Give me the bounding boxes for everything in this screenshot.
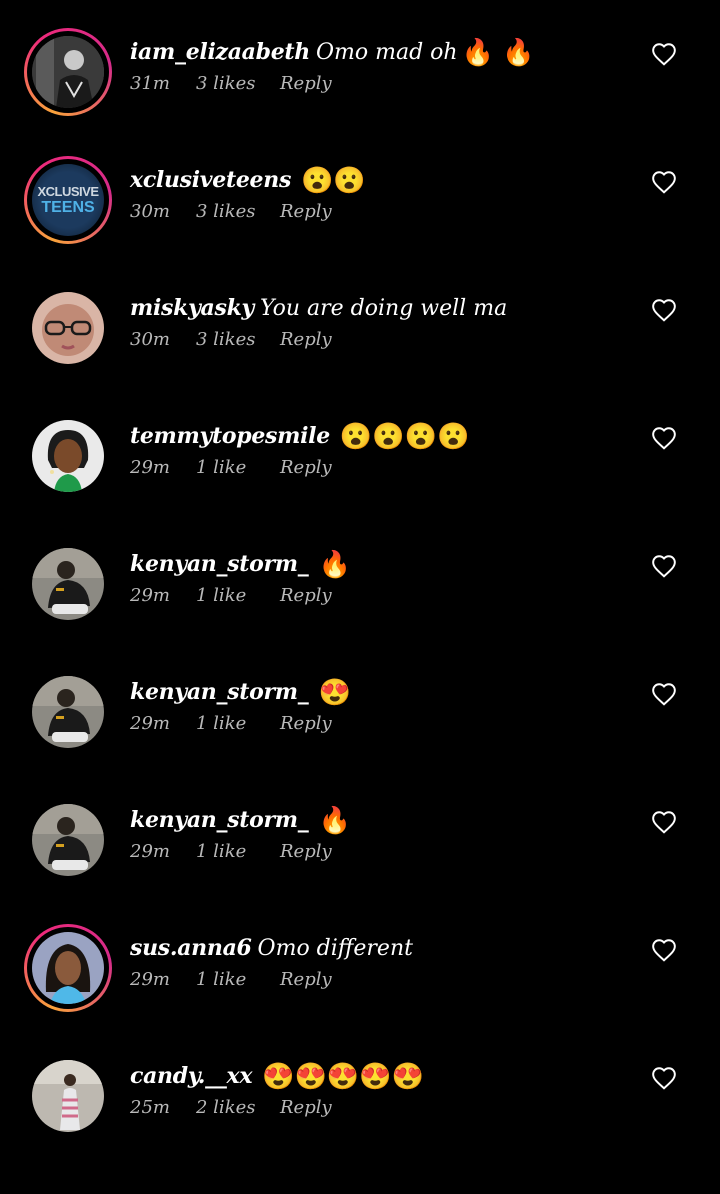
comment-item: XCLUSIVE TEENS xclusiveteens 😮😮 30m 3 like… xyxy=(0,156,720,298)
reply-button[interactable]: Reply xyxy=(280,969,332,990)
comment-likes-count[interactable]: 1 like xyxy=(196,585,280,606)
comment-timestamp: 30m xyxy=(130,329,170,350)
comment-timestamp: 29m xyxy=(130,841,170,862)
comment-username[interactable]: iam_elizaabeth xyxy=(130,39,310,65)
comment-emoji: 🔥 xyxy=(318,550,351,580)
avatar-photo xyxy=(32,420,104,492)
comment-timestamp: 30m xyxy=(130,201,170,222)
comment-item: kenyan_storm_ 🔥 29m 1 like Reply xyxy=(0,804,720,938)
comment-timestamp: 29m xyxy=(130,457,170,478)
reply-button[interactable]: Reply xyxy=(280,841,332,862)
comment-item: sus.anna6 Omo different 29m 1 like Reply xyxy=(0,924,720,1066)
comment-username[interactable]: temmytopesmile xyxy=(130,423,330,449)
comment-timestamp: 29m xyxy=(130,969,170,990)
comment-timestamp: 29m xyxy=(130,713,170,734)
heart-outline-icon[interactable] xyxy=(651,682,677,706)
avatar-photo xyxy=(32,676,104,748)
comment-username[interactable]: xclusiveteens xyxy=(130,167,291,193)
avatar-photo xyxy=(32,36,104,108)
comment-item: miskyasky You are doing well ma 30m 3 like… xyxy=(0,292,720,426)
comment-username[interactable]: kenyan_storm_ xyxy=(130,807,309,833)
avatar[interactable] xyxy=(24,924,112,1012)
comment-username[interactable]: candy.__xx xyxy=(130,1063,252,1089)
comment-timestamp: 25m xyxy=(130,1097,170,1118)
comment-likes-count[interactable]: 3 likes xyxy=(196,329,280,350)
comment-username[interactable]: kenyan_storm_ xyxy=(130,551,309,577)
avatar[interactable] xyxy=(24,668,112,756)
avatar[interactable] xyxy=(24,28,112,116)
reply-button[interactable]: Reply xyxy=(280,457,332,478)
comment-emoji: 😮😮 xyxy=(301,166,366,196)
comment-emoji: 🔥 🔥 xyxy=(461,38,535,68)
avatar-logo-text: TEENS xyxy=(41,199,95,216)
avatar-photo xyxy=(32,804,104,876)
heart-outline-icon[interactable] xyxy=(651,938,677,962)
comment-likes-count[interactable]: 2 likes xyxy=(196,1097,280,1118)
comment-text: You are doing well ma xyxy=(260,296,508,321)
avatar-photo xyxy=(32,932,104,1004)
comment-item: iam_elizaabeth Omo mad oh 🔥 🔥 31m 3 likes Re… xyxy=(0,28,720,170)
heart-outline-icon[interactable] xyxy=(651,1066,677,1090)
avatar[interactable] xyxy=(24,540,112,628)
comment-likes-count[interactable]: 1 like xyxy=(196,457,280,478)
heart-outline-icon[interactable] xyxy=(651,426,677,450)
comment-emoji: 🔥 xyxy=(318,806,351,836)
comment-emoji: 😮😮😮😮 xyxy=(339,422,470,452)
comment-likes-count[interactable]: 1 like xyxy=(196,969,280,990)
comment-emoji: 😍😍😍😍😍 xyxy=(262,1062,425,1092)
heart-outline-icon[interactable] xyxy=(651,810,677,834)
comment-likes-count[interactable]: 1 like xyxy=(196,713,280,734)
heart-outline-icon[interactable] xyxy=(651,298,677,322)
comment-timestamp: 31m xyxy=(130,73,170,94)
comment-username[interactable]: sus.anna6 xyxy=(130,935,252,961)
comment-item: kenyan_storm_ 😍 29m 1 like Reply xyxy=(0,676,720,810)
comment-item: candy.__xx 😍😍😍😍😍 25m 2 likes Reply xyxy=(0,1060,720,1194)
avatar-logo-text: XCLUSIVE xyxy=(37,184,99,199)
comment-item: kenyan_storm_ 🔥 29m 1 like Reply xyxy=(0,548,720,682)
heart-outline-icon[interactable] xyxy=(651,42,677,66)
reply-button[interactable]: Reply xyxy=(280,1097,332,1118)
avatar-photo xyxy=(32,292,104,364)
reply-button[interactable]: Reply xyxy=(280,329,332,350)
avatar[interactable] xyxy=(24,284,112,372)
avatar-photo xyxy=(32,1060,104,1132)
comment-text: Omo different xyxy=(257,936,413,961)
reply-button[interactable]: Reply xyxy=(280,73,332,94)
comment-likes-count[interactable]: 3 likes xyxy=(196,201,280,222)
avatar[interactable] xyxy=(24,412,112,500)
avatar-photo xyxy=(32,548,104,620)
comment-timestamp: 29m xyxy=(130,585,170,606)
heart-outline-icon[interactable] xyxy=(651,170,677,194)
avatar[interactable] xyxy=(24,796,112,884)
reply-button[interactable]: Reply xyxy=(280,201,332,222)
comment-username[interactable]: kenyan_storm_ xyxy=(130,679,309,705)
comment-emoji: 😍 xyxy=(318,678,351,708)
comment-text: Omo mad oh xyxy=(315,40,458,65)
reply-button[interactable]: Reply xyxy=(280,713,332,734)
comment-likes-count[interactable]: 3 likes xyxy=(196,73,280,94)
comment-item: temmytopesmile 😮😮😮😮 29m 1 like Reply xyxy=(0,420,720,554)
heart-outline-icon[interactable] xyxy=(651,554,677,578)
avatar[interactable] xyxy=(24,1052,112,1140)
reply-button[interactable]: Reply xyxy=(280,585,332,606)
comment-likes-count[interactable]: 1 like xyxy=(196,841,280,862)
comment-username[interactable]: miskyasky xyxy=(130,295,254,321)
avatar[interactable]: XCLUSIVE TEENS xyxy=(24,156,112,244)
